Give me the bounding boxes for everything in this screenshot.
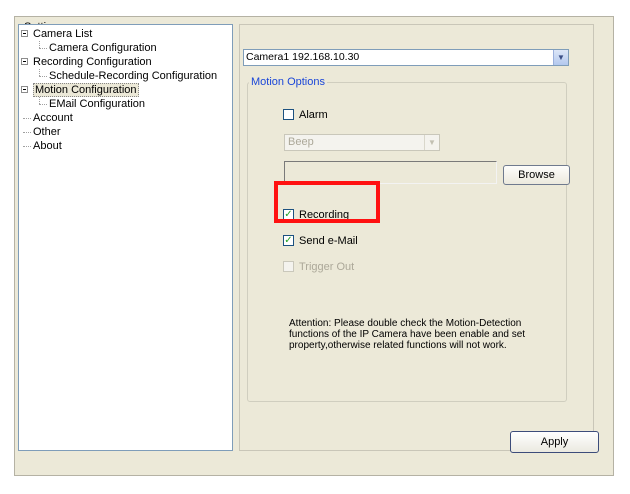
recording-highlight-box bbox=[274, 181, 380, 223]
tree-item-schedule-recording-configuration[interactable]: Schedule-Recording Configuration bbox=[19, 69, 232, 83]
apply-button[interactable]: Apply bbox=[510, 431, 599, 453]
settings-tree[interactable]: Camera List Camera Configuration Recordi… bbox=[18, 24, 233, 451]
tree-item-account[interactable]: Account bbox=[19, 111, 232, 125]
trigger-out-checkbox bbox=[283, 261, 294, 272]
tree-item-camera-list[interactable]: Camera List bbox=[19, 27, 232, 41]
tree-item-label[interactable]: Camera List bbox=[33, 28, 92, 40]
tree-item-label[interactable]: Recording Configuration bbox=[33, 56, 152, 68]
chevron-down-icon: ▼ bbox=[424, 135, 439, 150]
tree-item-camera-configuration[interactable]: Camera Configuration bbox=[19, 41, 232, 55]
collapse-icon[interactable] bbox=[21, 30, 28, 37]
tree-item-label[interactable]: Other bbox=[33, 126, 61, 138]
browse-button[interactable]: Browse bbox=[503, 165, 570, 185]
tree-item-label[interactable]: EMail Configuration bbox=[49, 98, 145, 110]
camera-select[interactable]: Camera1 192.168.10.30 ▼ bbox=[243, 49, 569, 66]
motion-options-title: Motion Options bbox=[249, 76, 327, 88]
alarm-label: Alarm bbox=[299, 109, 328, 121]
send-email-checkbox[interactable]: ✓ bbox=[283, 235, 294, 246]
tree-item-label[interactable]: Schedule-Recording Configuration bbox=[49, 70, 217, 82]
tree-item-label[interactable]: Account bbox=[33, 112, 73, 124]
tree-item-recording-configuration[interactable]: Recording Configuration bbox=[19, 55, 232, 69]
tree-item-label[interactable]: Motion Configuration bbox=[33, 83, 139, 97]
attention-note: Attention: Please double check the Motio… bbox=[289, 318, 526, 351]
tree-item-email-configuration[interactable]: EMail Configuration bbox=[19, 97, 232, 111]
tree-item-label[interactable]: Camera Configuration bbox=[49, 42, 157, 54]
trigger-out-label: Trigger Out bbox=[299, 261, 355, 273]
alarm-checkbox[interactable] bbox=[283, 109, 294, 120]
camera-select-value: Camera1 192.168.10.30 bbox=[246, 51, 360, 63]
alarm-sound-value: Beep bbox=[288, 136, 314, 148]
collapse-icon[interactable] bbox=[21, 58, 28, 65]
send-email-label: Send e-Mail bbox=[299, 235, 358, 247]
send-email-checkbox-row[interactable]: ✓ Send e-Mail bbox=[283, 235, 358, 249]
collapse-icon[interactable] bbox=[21, 86, 28, 93]
tree-item-motion-configuration[interactable]: Motion Configuration bbox=[19, 83, 232, 97]
alarm-sound-select: Beep ▼ bbox=[284, 134, 440, 151]
chevron-down-icon[interactable]: ▼ bbox=[553, 50, 568, 65]
tree-item-about[interactable]: About bbox=[19, 139, 232, 153]
tree-item-other[interactable]: Other bbox=[19, 125, 232, 139]
alarm-checkbox-row[interactable]: Alarm bbox=[283, 109, 328, 123]
tree-item-label[interactable]: About bbox=[33, 140, 62, 152]
trigger-out-checkbox-row: Trigger Out bbox=[283, 261, 354, 275]
